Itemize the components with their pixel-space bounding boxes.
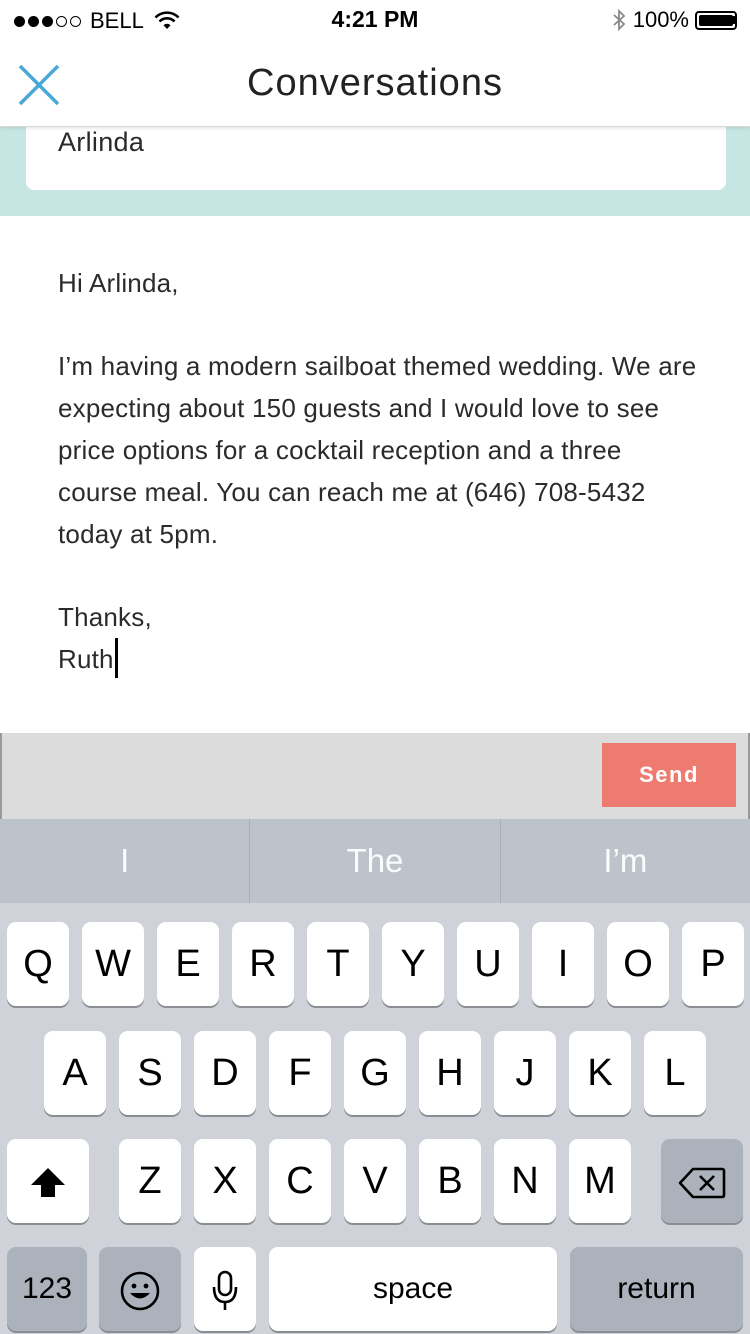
emoji-icon <box>120 1271 160 1311</box>
send-button[interactable]: Send <box>602 743 736 807</box>
key-t[interactable]: T <box>307 922 369 1006</box>
key-z[interactable]: Z <box>119 1139 181 1223</box>
message-body: I’m having a modern sailboat themed wedd… <box>58 351 697 549</box>
key-s[interactable]: S <box>119 1031 181 1115</box>
key-b[interactable]: B <box>419 1139 481 1223</box>
key-n[interactable]: N <box>494 1139 556 1223</box>
key-v[interactable]: V <box>344 1139 406 1223</box>
emoji-key[interactable] <box>99 1247 181 1331</box>
key-u[interactable]: U <box>457 922 519 1006</box>
numbers-key[interactable]: 123 <box>7 1247 87 1331</box>
battery-icon <box>695 10 737 30</box>
send-bar: Send <box>0 733 750 819</box>
text-cursor <box>114 638 118 678</box>
key-j[interactable]: J <box>494 1031 556 1115</box>
key-l[interactable]: L <box>644 1031 706 1115</box>
message-greeting: Hi Arlinda, <box>58 268 179 298</box>
key-p[interactable]: P <box>682 922 744 1006</box>
key-k[interactable]: K <box>569 1031 631 1115</box>
space-key[interactable]: space <box>269 1247 557 1331</box>
key-i[interactable]: I <box>532 922 594 1006</box>
message-closing: Thanks, Ruth <box>58 596 708 680</box>
message-signature: Ruth <box>58 644 114 674</box>
recipient-card[interactable]: Arlinda <box>26 127 726 190</box>
message-textarea[interactable]: Hi Arlinda, I’m having a modern sailboat… <box>58 262 708 680</box>
key-e[interactable]: E <box>157 922 219 1006</box>
prediction-3[interactable]: I’m <box>501 819 750 903</box>
prediction-2[interactable]: The <box>250 819 501 903</box>
key-d[interactable]: D <box>194 1031 256 1115</box>
key-q[interactable]: Q <box>7 922 69 1006</box>
key-f[interactable]: F <box>269 1031 331 1115</box>
status-bar: BELL 4:21 PM 100% <box>0 0 750 40</box>
status-right: 100% <box>611 7 737 33</box>
shift-key[interactable] <box>7 1139 89 1223</box>
shift-icon <box>31 1167 65 1197</box>
recipient-name: Arlinda <box>58 127 145 157</box>
keyboard: I The I’m Q W E R T Y U I O P A S D F G … <box>0 819 750 1334</box>
nav-header: Conversations <box>0 40 750 127</box>
page-title: Conversations <box>247 62 503 104</box>
key-c[interactable]: C <box>269 1139 331 1223</box>
bluetooth-icon <box>613 8 626 32</box>
key-a[interactable]: A <box>44 1031 106 1115</box>
recipient-band: Arlinda <box>0 127 750 216</box>
key-m[interactable]: M <box>569 1139 631 1223</box>
battery-percent: 100% <box>632 7 689 32</box>
delete-key[interactable] <box>661 1139 743 1223</box>
microphone-key[interactable] <box>194 1247 256 1331</box>
key-r[interactable]: R <box>232 922 294 1006</box>
message-signoff: Thanks, <box>58 602 152 632</box>
key-x[interactable]: X <box>194 1139 256 1223</box>
predictive-bar: I The I’m <box>0 819 750 903</box>
return-key[interactable]: return <box>570 1247 743 1331</box>
key-y[interactable]: Y <box>382 922 444 1006</box>
microphone-icon <box>212 1270 238 1310</box>
key-w[interactable]: W <box>82 922 144 1006</box>
keyboard-keys: Q W E R T Y U I O P A S D F G H J K L Z … <box>0 903 750 1334</box>
prediction-1[interactable]: I <box>0 819 251 903</box>
key-o[interactable]: O <box>607 922 669 1006</box>
key-g[interactable]: G <box>344 1031 406 1115</box>
key-h[interactable]: H <box>419 1031 481 1115</box>
delete-icon <box>678 1167 726 1199</box>
